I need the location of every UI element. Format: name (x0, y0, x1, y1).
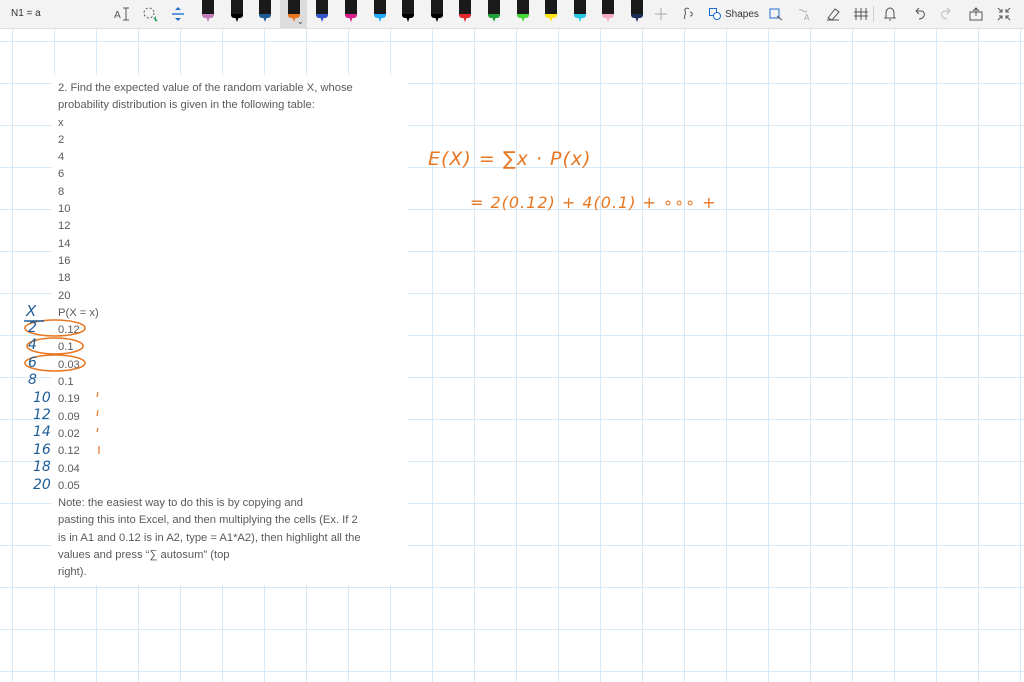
svg-text:A: A (114, 10, 121, 21)
eraser-icon[interactable] (825, 6, 841, 22)
p-values-list: 0.12 0.1 0.03 0.1 0.19 0.09 0.02 0.12 0.04 0.05 (58, 322, 398, 495)
pen-tool[interactable] (573, 0, 586, 24)
x-values-list: 2 4 6 8 10 12 14 16 18 20 (58, 132, 398, 305)
pen-tool[interactable] (402, 0, 415, 24)
p-value: 0.04 (58, 462, 80, 475)
ink-to-text-icon[interactable]: A (797, 6, 813, 22)
p-value: 0.1 (58, 376, 74, 389)
handwritten-x-value: 4 (28, 337, 37, 354)
pen-tool[interactable] (459, 0, 472, 24)
ink-to-math-icon[interactable] (681, 6, 697, 22)
svg-text:A: A (804, 13, 810, 22)
question-title: probability distribution is given in the… (58, 99, 315, 112)
pen-tool[interactable] (516, 0, 529, 24)
x-column-header: x (58, 116, 64, 129)
p-value: 0.03 (58, 358, 80, 371)
handwritten-x-value: 2 (28, 320, 37, 336)
handwritten-formula-line2: = 2(0.12) + 4(0.1) + ∘∘∘ + (470, 193, 717, 212)
handwritten-x-value: 10 (33, 389, 51, 406)
pen-tool[interactable] (345, 0, 357, 24)
add-pen-icon[interactable] (653, 6, 669, 22)
handwritten-x-value: 6 (28, 354, 37, 371)
add-space-icon[interactable] (170, 6, 186, 22)
shapes-icon (709, 8, 721, 20)
pen-tool[interactable] (602, 0, 615, 24)
note-text: pasting this into Excel, and then multip… (58, 514, 358, 527)
pen-tool[interactable] (373, 0, 386, 24)
handwritten-x-value: 14 (33, 424, 51, 441)
note-text: values and press “∑ autosum” (top (58, 549, 230, 562)
x-value: 10 (58, 203, 71, 216)
note-text: right). (58, 566, 87, 579)
p-value: 0.1 (58, 341, 74, 354)
handwritten-x-value: 18 (33, 459, 51, 476)
handwritten-x-header: X (26, 302, 37, 320)
pen-tool[interactable] (287, 0, 300, 24)
collapse-icon[interactable] (996, 6, 1012, 22)
x-value: 6 (58, 168, 65, 181)
pen-tool[interactable] (230, 0, 243, 24)
share-icon[interactable] (968, 6, 984, 22)
toolbar: N1 = a A ⌄ Shapes A (0, 0, 1024, 29)
question-title: 2. Find the expected value of the random… (58, 82, 353, 94)
shapes-button[interactable]: Shapes (709, 6, 759, 22)
pen-tool[interactable] (631, 0, 643, 24)
shapes-label: Shapes (725, 8, 759, 20)
x-value: 18 (58, 272, 71, 285)
p-column-header: P(X = x) (58, 306, 99, 319)
p-value: 0.12 (58, 445, 80, 458)
pen-tool[interactable] (545, 0, 558, 24)
pen-tool[interactable] (430, 0, 443, 24)
x-value: 20 (58, 289, 71, 302)
note-text: Note: the easiest way to do this is by c… (58, 497, 304, 510)
redo-icon[interactable] (939, 6, 955, 22)
x-value: 4 (58, 151, 65, 164)
handwritten-x-value: 20 (33, 476, 51, 493)
p-value: 0.12 (58, 324, 80, 337)
x-value: 12 (58, 220, 71, 233)
pen-tool[interactable] (202, 0, 214, 24)
page-title: N1 = a (11, 8, 41, 19)
note-text: is in A1 and 0.12 is in A2, type = A1*A2… (58, 531, 361, 544)
ink-to-shape-icon[interactable] (768, 6, 784, 22)
p-value: 0.09 (58, 410, 80, 423)
x-value: 16 (58, 254, 71, 267)
p-value: 0.05 (58, 479, 80, 492)
text-select-icon[interactable]: A (114, 6, 130, 22)
p-value: 0.19 (58, 393, 80, 406)
toolbar-divider (873, 6, 874, 22)
handwritten-x-value: 8 (28, 372, 37, 389)
ruler-icon[interactable] (853, 6, 869, 22)
p-value: 0.02 (58, 427, 80, 440)
pen-tool[interactable] (316, 0, 329, 24)
question-text: 2. Find the expected value of the random… (58, 80, 398, 582)
x-value: 8 (58, 185, 65, 198)
handwritten-x-value: 12 (33, 407, 51, 423)
lasso-select-icon[interactable] (142, 6, 158, 22)
pen-tool[interactable] (488, 0, 500, 24)
bell-icon[interactable] (882, 6, 898, 22)
undo-icon[interactable] (911, 6, 927, 22)
x-value: 14 (58, 237, 71, 250)
x-value: 2 (58, 133, 65, 146)
handwritten-x-value: 16 (33, 441, 51, 458)
pen-tool[interactable] (259, 0, 272, 24)
handwritten-formula-line1: E(X) = ∑x · P(x) (428, 148, 592, 170)
